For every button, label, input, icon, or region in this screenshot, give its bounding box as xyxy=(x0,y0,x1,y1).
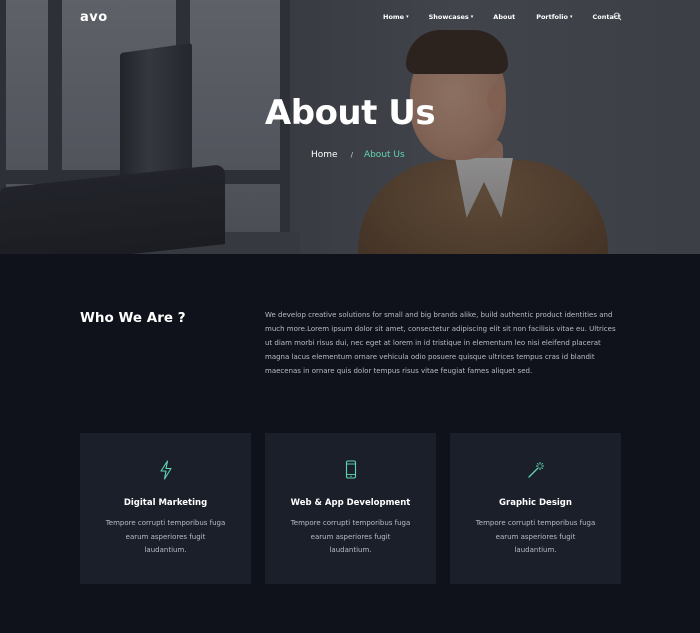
service-description: Tempore corrupti temporibus fuga earum a… xyxy=(290,519,411,555)
page-title: About Us xyxy=(264,93,436,133)
nav-home[interactable]: Home ▾ xyxy=(383,13,409,21)
service-title: Graphic Design xyxy=(499,498,572,508)
service-card-digital-marketing: Digital Marketing Tempore corrupti tempo… xyxy=(80,433,251,584)
nav-portfolio[interactable]: Portfolio ▾ xyxy=(536,13,572,21)
service-card-web-app-development: Web & App Development Tempore corrupti t… xyxy=(265,433,436,584)
breadcrumb: Home / About Us xyxy=(311,150,405,160)
smartphone-icon xyxy=(345,460,356,479)
breadcrumb-separator: / xyxy=(350,151,353,159)
chevron-down-icon: ▾ xyxy=(470,14,474,20)
section-title: Who We Are ? xyxy=(80,310,186,326)
search-icon[interactable] xyxy=(613,12,622,21)
chevron-down-icon: ▾ xyxy=(406,14,409,20)
nav-portfolio-label: Portfolio xyxy=(536,13,568,21)
lightning-icon xyxy=(159,460,172,480)
nav-about[interactable]: About xyxy=(493,13,515,21)
service-description: Tempore corrupti temporibus fuga earum a… xyxy=(105,519,226,555)
nav-about-label: About xyxy=(493,13,516,21)
nav-showcases-label: Showcases xyxy=(428,13,469,21)
site-logo[interactable]: avo xyxy=(80,10,108,25)
section-description: We develop creative solutions for small … xyxy=(265,311,616,375)
breadcrumb-current: About Us xyxy=(363,150,405,160)
breadcrumb-home-link[interactable]: Home xyxy=(311,150,338,160)
service-title: Digital Marketing xyxy=(123,498,208,508)
service-card-graphic-design: Graphic Design Tempore corrupti temporib… xyxy=(450,433,621,584)
service-title: Web & App Development xyxy=(290,498,411,508)
magic-wand-icon xyxy=(527,462,544,478)
main-nav: Home ▾ Showcases ▾ About Portfolio ▾ Contac… xyxy=(383,13,621,21)
chevron-down-icon: ▾ xyxy=(569,14,573,20)
nav-home-label: Home xyxy=(383,13,405,21)
nav-showcases[interactable]: Showcases ▾ xyxy=(429,13,474,21)
service-description: Tempore corrupti temporibus fuga earum a… xyxy=(475,519,596,555)
